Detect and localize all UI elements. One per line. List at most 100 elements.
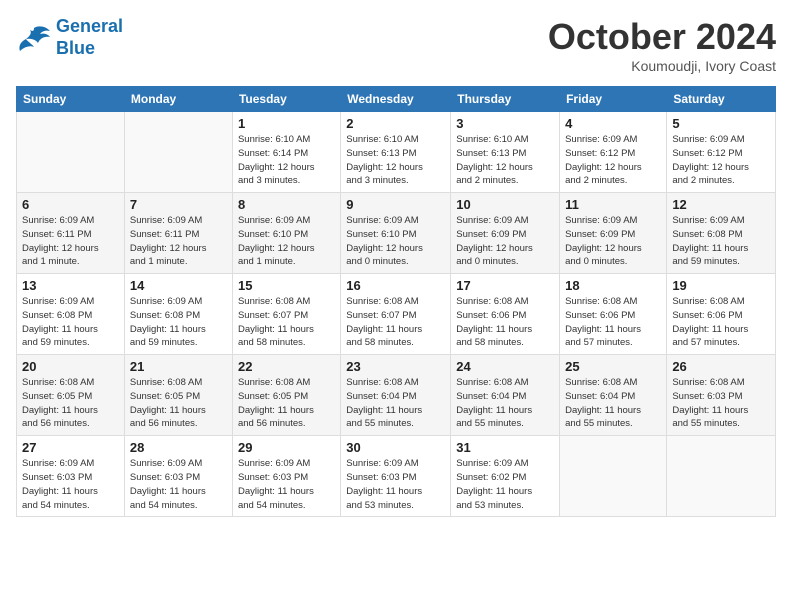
day-number: 13: [22, 278, 119, 293]
day-info: Sunrise: 6:08 AM Sunset: 6:04 PM Dayligh…: [456, 376, 554, 431]
day-number: 28: [130, 440, 227, 455]
calendar-day-cell: 28 Sunrise: 6:09 AM Sunset: 6:03 PM Dayli…: [124, 436, 232, 517]
day-number: 23: [346, 359, 445, 374]
calendar-day-cell: [560, 436, 667, 517]
day-number: 3: [456, 116, 554, 131]
calendar-week-row: 1Sunrise: 6:10 AM Sunset: 6:14 PM Daylig…: [17, 112, 776, 193]
calendar-day-cell: 23 Sunrise: 6:08 AM Sunset: 6:04 PM Dayli…: [341, 355, 451, 436]
day-info: Sunrise: 6:09 AM Sunset: 6:08 PM Dayligh…: [672, 214, 770, 269]
day-number: 26: [672, 359, 770, 374]
day-info: Sunrise: 6:08 AM Sunset: 6:07 PM Dayligh…: [346, 295, 445, 350]
calendar-day-cell: 10 Sunrise: 6:09 AM Sunset: 6:09 PM Dayli…: [451, 193, 560, 274]
calendar-day-cell: 12 Sunrise: 6:09 AM Sunset: 6:08 PM Dayli…: [667, 193, 776, 274]
calendar-day-cell: 4Sunrise: 6:09 AM Sunset: 6:12 PM Daylig…: [560, 112, 667, 193]
day-number: 22: [238, 359, 335, 374]
calendar-header-tuesday: Tuesday: [232, 87, 340, 112]
day-info: Sunrise: 6:08 AM Sunset: 6:05 PM Dayligh…: [130, 376, 227, 431]
calendar-day-cell: 31Sunrise: 6:09 AM Sunset: 6:02 PM Dayli…: [451, 436, 560, 517]
calendar-day-cell: 21 Sunrise: 6:08 AM Sunset: 6:05 PM Dayli…: [124, 355, 232, 436]
day-number: 17: [456, 278, 554, 293]
calendar-day-cell: 24 Sunrise: 6:08 AM Sunset: 6:04 PM Dayli…: [451, 355, 560, 436]
day-number: 27: [22, 440, 119, 455]
calendar-day-cell: 8 Sunrise: 6:09 AM Sunset: 6:10 PM Daylig…: [232, 193, 340, 274]
day-number: 12: [672, 197, 770, 212]
calendar-day-cell: 20Sunrise: 6:08 AM Sunset: 6:05 PM Dayli…: [17, 355, 125, 436]
calendar-day-cell: 13 Sunrise: 6:09 AM Sunset: 6:08 PM Dayli…: [17, 274, 125, 355]
day-info: Sunrise: 6:08 AM Sunset: 6:07 PM Dayligh…: [238, 295, 335, 350]
day-number: 9: [346, 197, 445, 212]
day-info: Sunrise: 6:08 AM Sunset: 6:05 PM Dayligh…: [22, 376, 119, 431]
day-info: Sunrise: 6:09 AM Sunset: 6:11 PM Dayligh…: [22, 214, 119, 269]
month-title: October 2024: [548, 16, 776, 58]
day-info: Sunrise: 6:08 AM Sunset: 6:06 PM Dayligh…: [456, 295, 554, 350]
calendar-day-cell: 7 Sunrise: 6:09 AM Sunset: 6:11 PM Daylig…: [124, 193, 232, 274]
page-header: General Blue October 2024 Koumoudji, Ivo…: [16, 16, 776, 74]
day-number: 4: [565, 116, 661, 131]
day-info: Sunrise: 6:08 AM Sunset: 6:03 PM Dayligh…: [672, 376, 770, 431]
calendar-day-cell: [124, 112, 232, 193]
calendar-header-wednesday: Wednesday: [341, 87, 451, 112]
day-info: Sunrise: 6:09 AM Sunset: 6:11 PM Dayligh…: [130, 214, 227, 269]
day-info: Sunrise: 6:09 AM Sunset: 6:10 PM Dayligh…: [238, 214, 335, 269]
day-info: Sunrise: 6:09 AM Sunset: 6:08 PM Dayligh…: [22, 295, 119, 350]
logo: General Blue: [16, 16, 123, 59]
day-number: 18: [565, 278, 661, 293]
day-number: 10: [456, 197, 554, 212]
calendar-header-row: SundayMondayTuesdayWednesdayThursdayFrid…: [17, 87, 776, 112]
calendar-header-sunday: Sunday: [17, 87, 125, 112]
day-number: 1: [238, 116, 335, 131]
calendar-header-friday: Friday: [560, 87, 667, 112]
day-number: 24: [456, 359, 554, 374]
day-info: Sunrise: 6:08 AM Sunset: 6:04 PM Dayligh…: [346, 376, 445, 431]
calendar-table: SundayMondayTuesdayWednesdayThursdayFrid…: [16, 86, 776, 517]
day-number: 2: [346, 116, 445, 131]
calendar-week-row: 13 Sunrise: 6:09 AM Sunset: 6:08 PM Dayli…: [17, 274, 776, 355]
calendar-day-cell: 6 Sunrise: 6:09 AM Sunset: 6:11 PM Daylig…: [17, 193, 125, 274]
calendar-day-cell: 9Sunrise: 6:09 AM Sunset: 6:10 PM Daylig…: [341, 193, 451, 274]
day-number: 16: [346, 278, 445, 293]
day-number: 5: [672, 116, 770, 131]
day-info: Sunrise: 6:08 AM Sunset: 6:06 PM Dayligh…: [565, 295, 661, 350]
day-number: 14: [130, 278, 227, 293]
calendar-header-monday: Monday: [124, 87, 232, 112]
calendar-header-thursday: Thursday: [451, 87, 560, 112]
day-info: Sunrise: 6:09 AM Sunset: 6:03 PM Dayligh…: [238, 457, 335, 512]
day-info: Sunrise: 6:09 AM Sunset: 6:09 PM Dayligh…: [565, 214, 661, 269]
day-info: Sunrise: 6:09 AM Sunset: 6:08 PM Dayligh…: [130, 295, 227, 350]
day-info: Sunrise: 6:10 AM Sunset: 6:13 PM Dayligh…: [456, 133, 554, 188]
day-info: Sunrise: 6:09 AM Sunset: 6:09 PM Dayligh…: [456, 214, 554, 269]
day-number: 25: [565, 359, 661, 374]
calendar-day-cell: 25 Sunrise: 6:08 AM Sunset: 6:04 PM Dayli…: [560, 355, 667, 436]
day-info: Sunrise: 6:08 AM Sunset: 6:04 PM Dayligh…: [565, 376, 661, 431]
day-number: 30: [346, 440, 445, 455]
calendar-day-cell: 29 Sunrise: 6:09 AM Sunset: 6:03 PM Dayli…: [232, 436, 340, 517]
day-number: 29: [238, 440, 335, 455]
day-number: 11: [565, 197, 661, 212]
day-info: Sunrise: 6:08 AM Sunset: 6:06 PM Dayligh…: [672, 295, 770, 350]
calendar-day-cell: 3 Sunrise: 6:10 AM Sunset: 6:13 PM Daylig…: [451, 112, 560, 193]
day-info: Sunrise: 6:10 AM Sunset: 6:13 PM Dayligh…: [346, 133, 445, 188]
logo-text: General Blue: [56, 16, 123, 59]
day-info: Sunrise: 6:09 AM Sunset: 6:03 PM Dayligh…: [346, 457, 445, 512]
logo-icon: [16, 23, 52, 53]
calendar-header-saturday: Saturday: [667, 87, 776, 112]
day-number: 15: [238, 278, 335, 293]
calendar-day-cell: 1Sunrise: 6:10 AM Sunset: 6:14 PM Daylig…: [232, 112, 340, 193]
day-number: 19: [672, 278, 770, 293]
calendar-day-cell: 27Sunrise: 6:09 AM Sunset: 6:03 PM Dayli…: [17, 436, 125, 517]
day-info: Sunrise: 6:09 AM Sunset: 6:02 PM Dayligh…: [456, 457, 554, 512]
day-info: Sunrise: 6:09 AM Sunset: 6:12 PM Dayligh…: [672, 133, 770, 188]
calendar-day-cell: 18 Sunrise: 6:08 AM Sunset: 6:06 PM Dayli…: [560, 274, 667, 355]
calendar-day-cell: 19 Sunrise: 6:08 AM Sunset: 6:06 PM Dayli…: [667, 274, 776, 355]
calendar-day-cell: 14 Sunrise: 6:09 AM Sunset: 6:08 PM Dayli…: [124, 274, 232, 355]
calendar-day-cell: 30 Sunrise: 6:09 AM Sunset: 6:03 PM Dayli…: [341, 436, 451, 517]
calendar-day-cell: 22Sunrise: 6:08 AM Sunset: 6:05 PM Dayli…: [232, 355, 340, 436]
calendar-day-cell: [667, 436, 776, 517]
day-number: 21: [130, 359, 227, 374]
day-number: 8: [238, 197, 335, 212]
calendar-day-cell: [17, 112, 125, 193]
day-info: Sunrise: 6:09 AM Sunset: 6:03 PM Dayligh…: [130, 457, 227, 512]
day-number: 7: [130, 197, 227, 212]
calendar-week-row: 27 Sunrise: 6:09 AM Sunset: 6:03 PM Dayli…: [17, 436, 776, 517]
day-number: 6: [22, 197, 119, 212]
